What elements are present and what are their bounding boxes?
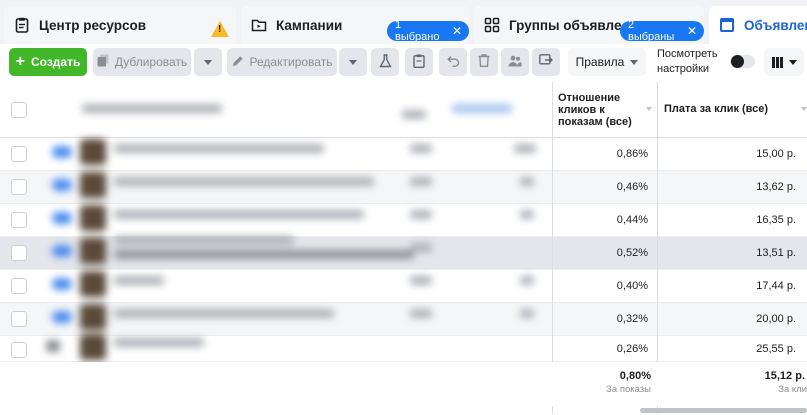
- undo-button[interactable]: [439, 48, 467, 76]
- cpc-value: 20,00 р.: [756, 313, 796, 325]
- toggle-knob: [731, 55, 744, 68]
- pencil-icon: [232, 55, 244, 70]
- horizontal-scrollbar[interactable]: [640, 408, 807, 413]
- sort-icon[interactable]: [801, 107, 807, 111]
- ad-icon: [719, 17, 735, 33]
- export-button[interactable]: [532, 48, 560, 76]
- tab-campaigns-label: Кампании: [276, 17, 343, 33]
- view-settings-toggle[interactable]: [730, 55, 755, 68]
- tab-ads[interactable]: Объявлени: [709, 6, 807, 44]
- delete-button[interactable]: [470, 48, 498, 76]
- cpc-value: 16,35 р.: [756, 214, 796, 226]
- chevron-down-icon: [630, 59, 639, 65]
- audience-button[interactable]: [501, 48, 529, 76]
- duplicate-button[interactable]: Дублировать: [93, 48, 191, 76]
- cpc-value: 25,55 р.: [756, 343, 796, 355]
- ctr-value: 0,52%: [616, 247, 648, 259]
- row-checkbox[interactable]: [11, 278, 27, 294]
- select-all-checkbox[interactable]: [11, 102, 27, 118]
- rules-label: Правила: [575, 55, 625, 69]
- flask-icon: [378, 53, 392, 71]
- ads-table: Отношение кликов к показам (все) Плата з…: [0, 82, 807, 415]
- edit-button[interactable]: Редактировать: [227, 48, 337, 76]
- ctr-value: 0,44%: [616, 214, 648, 226]
- rules-button[interactable]: Правила: [568, 48, 646, 76]
- column-header-cpc[interactable]: Плата за клик (все): [664, 103, 790, 115]
- total-cpc-caption: За кли: [778, 384, 807, 395]
- cpc-value: 13,51 р.: [756, 247, 796, 259]
- create-label: Создать: [30, 55, 81, 69]
- row-checkbox[interactable]: [11, 212, 27, 228]
- row-checkbox[interactable]: [11, 342, 27, 358]
- cpc-value: 15,00 р.: [756, 148, 796, 160]
- create-button[interactable]: + Создать: [9, 48, 87, 76]
- chevron-down-icon: [349, 59, 357, 65]
- tab-ads-label: Объявлени: [744, 17, 807, 33]
- report-button[interactable]: [405, 48, 433, 76]
- row-checkbox[interactable]: [11, 146, 27, 162]
- columns-icon: [771, 56, 783, 68]
- clipboard-icon: [14, 17, 30, 33]
- total-ctr-caption: За показы: [606, 384, 651, 395]
- undo-icon: [446, 55, 460, 70]
- duplicate-dropdown-button[interactable]: [194, 48, 222, 76]
- adsets-selected-label: 2 выбраны: [628, 19, 675, 43]
- row-checkbox[interactable]: [11, 245, 27, 261]
- row-checkbox[interactable]: [11, 311, 27, 327]
- ab-test-button[interactable]: [371, 48, 399, 76]
- adsets-selected-chip[interactable]: 2 выбраны ✕: [620, 19, 704, 43]
- folder-icon: [251, 17, 267, 33]
- tab-ad-sets[interactable]: Группы объявле... 2 выбраны ✕: [474, 6, 704, 44]
- chevron-down-icon: [788, 59, 797, 65]
- close-icon[interactable]: ✕: [687, 24, 697, 38]
- cpc-value: 13,62 р.: [756, 181, 796, 193]
- ctr-value: 0,40%: [616, 280, 648, 292]
- tab-ad-sets-label: Группы объявле...: [509, 17, 633, 33]
- people-icon: [508, 55, 522, 70]
- chevron-down-icon: [204, 59, 212, 65]
- duplicate-label: Дублировать: [114, 55, 188, 69]
- tab-resource-center-label: Центр ресурсов: [39, 17, 147, 33]
- column-header-ctr[interactable]: Отношение кликов к показам (все): [558, 92, 640, 128]
- plus-icon: +: [15, 53, 25, 70]
- cpc-value: 17,44 р.: [756, 280, 796, 292]
- grid-icon: [484, 17, 500, 33]
- edit-dropdown-button[interactable]: [339, 48, 367, 76]
- ctr-value: 0,86%: [616, 148, 648, 160]
- warning-icon[interactable]: !: [211, 21, 229, 37]
- ctr-value: 0,32%: [616, 313, 648, 325]
- total-cpc: 15,12 р.: [764, 370, 805, 382]
- totals-row: 0,80% За показы 15,12 р. За кли: [0, 362, 807, 406]
- ctr-value: 0,26%: [616, 343, 648, 355]
- close-icon[interactable]: ✕: [452, 24, 462, 38]
- tab-campaigns[interactable]: Кампании 1 выбрано ✕: [241, 6, 469, 44]
- total-ctr: 0,80%: [619, 370, 651, 382]
- row-checkbox[interactable]: [11, 179, 27, 195]
- campaigns-selected-label: 1 выбрано: [395, 19, 440, 43]
- sort-icon[interactable]: [646, 107, 652, 111]
- tab-resource-center[interactable]: Центр ресурсов !: [4, 6, 236, 44]
- export-icon: [539, 54, 553, 70]
- campaigns-selected-chip[interactable]: 1 выбрано ✕: [387, 19, 469, 43]
- clipboard-icon: [413, 54, 425, 71]
- columns-button[interactable]: [764, 48, 804, 76]
- trash-icon: [478, 54, 490, 70]
- view-settings-label: Посмотреть настройки: [657, 48, 718, 75]
- toolbar: + Создать Дублировать Редактировать Прав…: [0, 44, 807, 82]
- tab-bar: Центр ресурсов ! Кампании 1 выбрано ✕ Гр…: [0, 0, 807, 44]
- ctr-value: 0,46%: [616, 181, 648, 193]
- copy-icon: [97, 54, 109, 70]
- edit-label: Редактировать: [249, 55, 333, 69]
